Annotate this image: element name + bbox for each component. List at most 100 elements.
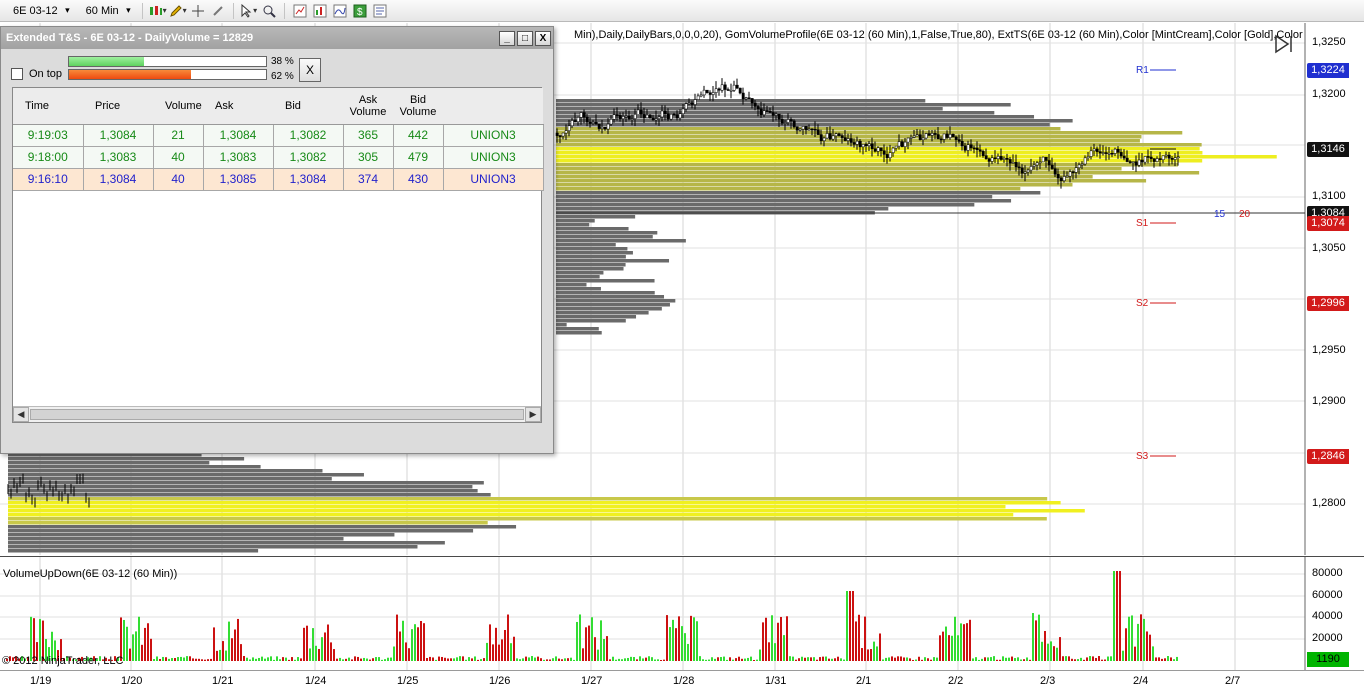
scroll-left-icon[interactable]: ◀	[13, 407, 29, 422]
volume-bar	[714, 658, 716, 661]
volume-bar	[1071, 658, 1073, 661]
volume-bar	[402, 620, 404, 661]
candle-body	[690, 102, 694, 105]
ts-column-header[interactable]: Ask Volume	[343, 88, 393, 125]
zoom-out-icon[interactable]	[209, 2, 227, 20]
ts-row[interactable]: 9:16:10 1,3084 40 1,3085 1,3084 374 430 UNION3	[13, 168, 544, 191]
ts-title-bar[interactable]: Extended T&S - 6E 03-12 - DailyVolume = …	[1, 27, 553, 49]
volume-bar	[318, 648, 320, 661]
candle-body	[657, 116, 661, 119]
indicator-legend: Min),Daily,DailyBars,0,0,0,20), GomVolum…	[574, 29, 1304, 41]
indicators-icon[interactable]	[331, 2, 349, 20]
candle-body	[966, 144, 970, 151]
ts-row[interactable]: 9:19:03 1,3084 21 1,3084 1,3082 365 442 UNION3	[13, 124, 544, 147]
volume-profile-bar	[556, 323, 567, 327]
volume-bar	[1050, 641, 1052, 661]
instrument-selector[interactable]: 6E 03-12	[4, 2, 75, 20]
timeframe-selector[interactable]: 60 Min	[77, 2, 136, 20]
ts-column-header[interactable]	[443, 88, 543, 125]
horizontal-scrollbar[interactable]: ◀ ▶	[13, 406, 541, 422]
ts-column-header[interactable]: Volume	[153, 88, 203, 125]
volume-bar	[417, 627, 419, 661]
volume-bar	[621, 659, 623, 661]
scroll-right-icon[interactable]: ▶	[525, 407, 541, 422]
toolbar-divider	[141, 2, 143, 19]
volume-bar	[1032, 613, 1034, 661]
volume-bar	[267, 657, 269, 661]
ts-cell: UNION3	[443, 124, 544, 147]
minimize-button[interactable]: _	[499, 30, 515, 46]
magnify-icon[interactable]	[260, 2, 278, 20]
candle-body	[1023, 171, 1027, 174]
candle-body	[723, 84, 727, 90]
ts-column-header[interactable]: Time	[13, 88, 83, 125]
volume-bar	[903, 657, 905, 661]
ts-column-header[interactable]: Price	[83, 88, 153, 125]
candle-body	[972, 147, 976, 150]
volume-bar	[765, 617, 767, 661]
volume-profile-bar	[556, 307, 662, 311]
volume-profile-bar	[556, 315, 637, 319]
ts-column-header[interactable]: Bid	[273, 88, 343, 125]
volume-bar	[1017, 657, 1019, 661]
volume-profile-bar	[8, 549, 259, 553]
candle-body	[615, 114, 619, 116]
volume-bar	[1083, 659, 1085, 661]
volume-panel[interactable]: VolumeUpDown(6E 03-12 (60 Min)) 80000 600…	[0, 556, 1364, 671]
volume-bar	[1107, 656, 1109, 661]
candle-body	[1068, 171, 1072, 177]
maximize-button[interactable]: □	[517, 30, 533, 46]
candle-body	[855, 140, 859, 145]
volume-bar	[837, 656, 839, 661]
candlestick-style-icon[interactable]	[149, 2, 167, 20]
scroll-thumb[interactable]	[30, 409, 524, 420]
volume-bar	[387, 657, 389, 661]
volume-profile-bar	[556, 295, 665, 299]
volume-bar	[819, 657, 821, 661]
on-top-checkbox[interactable]	[11, 68, 23, 80]
date-axis[interactable]: 1/19 1/20 1/21 1/24 1/25 1/26 1/27 1/28 1/31 2/1 2…	[0, 670, 1364, 694]
volume-bar	[942, 631, 944, 661]
chart-trader-icon[interactable]	[311, 2, 329, 20]
volume-bar	[744, 658, 746, 661]
candle-body	[981, 151, 985, 156]
candle-body	[924, 133, 928, 139]
candle-body	[684, 103, 688, 110]
candle-body	[555, 132, 559, 136]
candle-body	[1035, 162, 1039, 166]
volume-profile-bar	[556, 131, 1183, 135]
reset-x-button[interactable]: X	[299, 58, 321, 82]
volume-bar	[717, 657, 719, 661]
volume-bar	[273, 659, 275, 661]
volume-bar	[168, 658, 170, 661]
instrument-overlay-icon[interactable]	[291, 2, 309, 20]
ts-grid[interactable]: Time Price Volume Ask Bid Ask Volume Bid Volum…	[12, 87, 544, 423]
copyright-text: © 2012 NinjaTrader, LLC	[2, 655, 124, 667]
crosshair-icon[interactable]	[189, 2, 207, 20]
pointer-icon[interactable]	[240, 2, 258, 20]
ts-column-header[interactable]: Bid Volume	[393, 88, 443, 125]
volume-bar	[423, 623, 425, 661]
volume-bar	[729, 657, 731, 661]
ts-column-header[interactable]: Ask	[203, 88, 273, 125]
volume-bar	[519, 659, 521, 661]
volume-bar	[207, 659, 209, 661]
candle-body	[1065, 175, 1069, 178]
candle-body	[621, 116, 625, 120]
ts-row[interactable]: 9:18:00 1,3083 40 1,3083 1,3082 305 479 UNION3	[13, 146, 544, 169]
volume-bar	[495, 627, 497, 661]
candle-body	[957, 139, 961, 142]
volume-bar	[339, 657, 341, 661]
draw-pencil-icon[interactable]	[169, 2, 187, 20]
time-and-sales-window[interactable]: Extended T&S - 6E 03-12 - DailyVolume = …	[0, 26, 554, 454]
properties-icon[interactable]	[371, 2, 389, 20]
volume-bar	[801, 656, 803, 661]
close-button[interactable]: X	[535, 30, 551, 46]
date-axis-label: 2/1	[856, 675, 872, 687]
volume-bar	[354, 656, 356, 661]
candle-body	[780, 119, 784, 124]
volume-chart-canvas[interactable]	[0, 557, 1364, 671]
chart-scroll-end-icon[interactable]	[1273, 33, 1295, 55]
volume-bar	[612, 656, 614, 661]
strategies-icon[interactable]: $	[351, 2, 369, 20]
